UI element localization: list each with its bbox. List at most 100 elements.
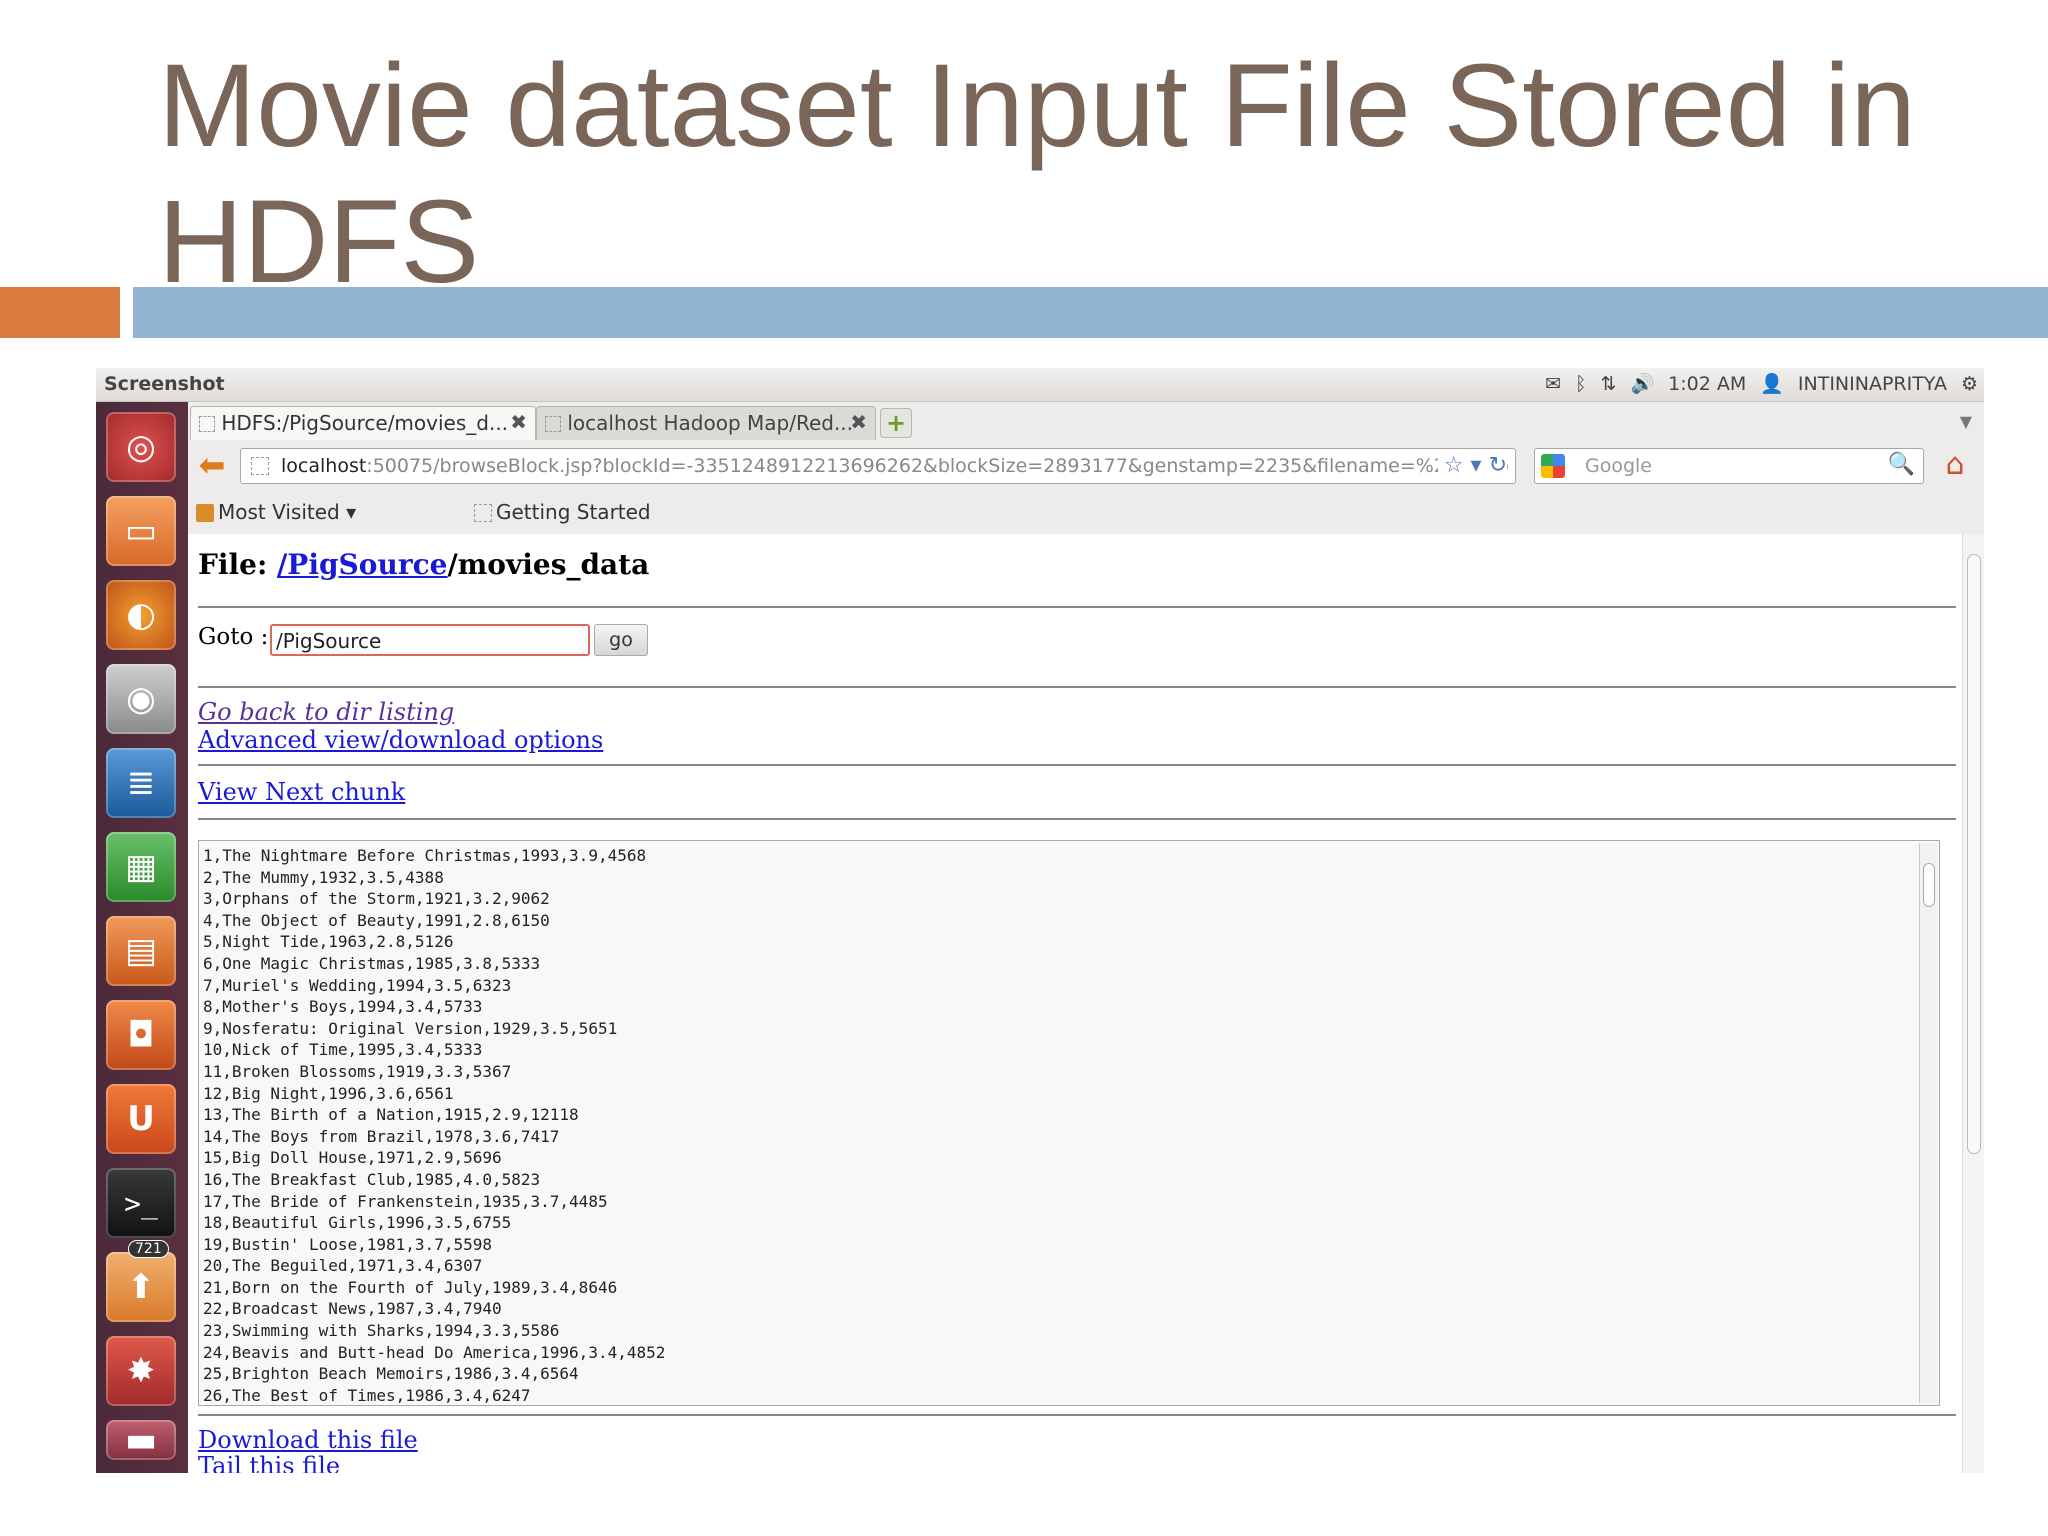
ubuntu-home-icon[interactable]: ◎ [106, 412, 176, 482]
user-name[interactable]: INTININAPRITYA [1798, 373, 1947, 395]
file-row: 10,Nick of Time,1995,3.4,5333 [203, 1040, 483, 1060]
file-row: 19,Bustin' Loose,1981,3.7,5598 [203, 1234, 492, 1254]
power-icon[interactable]: ⚙ [1961, 373, 1978, 395]
tab-label: HDFS:/PigSource/movies_d... [221, 411, 509, 435]
goto-input[interactable]: /PigSource [270, 624, 590, 656]
goto-label: Goto : [198, 624, 269, 650]
home-icon[interactable]: ⌂ [1936, 448, 1974, 484]
system-tray: ✉ ᛒ ⇅ 🔊 1:02 AM 👤 INTININAPRITYA ⚙ [1545, 372, 1978, 396]
file-row: 8,Mother's Boys,1994,3.4,5733 [203, 997, 483, 1017]
search-icon[interactable]: 🔍 [1888, 452, 1915, 477]
page-scrollbar[interactable] [1962, 534, 1984, 1473]
file-row: 12,Big Night,1996,3.6,6561 [203, 1083, 454, 1103]
bookmark-most-visited[interactable]: Most Visited ▾ [196, 500, 356, 524]
bookmark-getting-started[interactable]: Getting Started [474, 500, 651, 524]
file-row: 20,The Beguiled,1971,3.4,6307 [203, 1256, 483, 1276]
volume-icon[interactable]: 🔊 [1630, 372, 1654, 395]
firefox-icon[interactable]: ◐ [106, 580, 176, 650]
file-row: 22,Broadcast News,1987,3.4,7940 [203, 1299, 502, 1319]
user-icon: 👤 [1760, 373, 1784, 395]
back-arrow-icon[interactable]: ⬅ [194, 448, 230, 484]
terminal-icon[interactable]: >_ [106, 1168, 176, 1238]
new-tab-button[interactable]: + [880, 408, 912, 438]
tab-hdfs[interactable]: HDFS:/PigSource/movies_d... ✖ [190, 406, 536, 440]
impress-icon[interactable]: ▤ [106, 916, 176, 986]
system-settings-icon[interactable]: ✸ [106, 1336, 176, 1406]
accent-bar-blue [133, 287, 2048, 338]
scroll-thumb[interactable] [1967, 554, 1981, 1154]
url-path: :50075/browseBlock.jsp?blockId=-33512489… [366, 455, 1509, 477]
writer-icon[interactable]: ≣ [106, 748, 176, 818]
divider [198, 818, 1956, 820]
calc-icon[interactable]: ▦ [106, 832, 176, 902]
file-row: 14,The Boys from Brazil,1978,3.6,7417 [203, 1126, 560, 1146]
download-file-link[interactable]: Download this file [198, 1426, 418, 1454]
clock[interactable]: 1:02 AM [1668, 373, 1746, 395]
page-content: File: /PigSource/movies_data Goto : /Pig… [188, 534, 1984, 1473]
divider [198, 606, 1956, 608]
file-content-textarea[interactable]: 1,The Nightmare Before Christmas,1993,3.… [198, 840, 1940, 1406]
bookmark-label: Most Visited [218, 500, 340, 524]
scroll-thumb[interactable] [1923, 863, 1935, 907]
top-panel: Screenshot ✉ ᛒ ⇅ 🔊 1:02 AM 👤 INTININAPRI… [96, 368, 1984, 402]
bookmark-label: Getting Started [496, 500, 651, 524]
tab-list-icon[interactable]: ▼ [1960, 412, 1972, 431]
accent-bar-orange [0, 287, 120, 338]
navigation-bar: ⬅ localhost:50075/browseBlock.jsp?blockI… [188, 442, 1984, 490]
file-row: 3,Orphans of the Storm,1921,3.2,9062 [203, 889, 550, 909]
view-next-chunk-link[interactable]: View Next chunk [198, 778, 405, 806]
file-row: 4,The Object of Beauty,1991,2.8,6150 [203, 910, 550, 930]
file-row: 9,Nosferatu: Original Version,1929,3.5,5… [203, 1018, 618, 1038]
folder-icon [196, 504, 214, 522]
file-row: 24,Beavis and Butt-head Do America,1996,… [203, 1342, 666, 1362]
close-icon[interactable]: ✖ [850, 410, 867, 434]
tab-strip: HDFS:/PigSource/movies_d... ✖ localhost … [188, 404, 1984, 440]
search-input[interactable]: Google 🔍 [1534, 448, 1924, 484]
file-row: 15,Big Doll House,1971,2.9,5696 [203, 1148, 502, 1168]
tail-file-link[interactable]: Tail this file [198, 1452, 340, 1473]
url-host: localhost [281, 455, 367, 477]
update-badge: 721 [128, 1240, 169, 1258]
file-row: 26,The Best of Times,1986,3.4,6247 [203, 1385, 531, 1405]
page-icon [251, 457, 269, 475]
divider [198, 1414, 1956, 1416]
file-row: 11,Broken Blossoms,1919,3.3,5367 [203, 1061, 512, 1081]
close-icon[interactable]: ✖ [510, 410, 527, 434]
trash-icon[interactable]: ▬ [106, 1420, 176, 1460]
file-row: 6,One Magic Christmas,1985,3.8,5333 [203, 953, 541, 973]
files-icon[interactable]: ▭ [106, 496, 176, 566]
file-heading: File: /PigSource/movies_data [198, 548, 649, 581]
launcher: ◎ ▭ ◐ ◉ ≣ ▦ ▤ ◘ U >_ ⬆ 721 ✸ ▬ [96, 402, 188, 1473]
page-icon [474, 504, 492, 522]
network-icon[interactable]: ⇅ [1601, 373, 1617, 395]
reload-icon[interactable]: ☆ ▾ ↻ [1437, 453, 1507, 478]
software-center-icon[interactable]: ◘ [106, 1000, 176, 1070]
file-row: 1,The Nightmare Before Christmas,1993,3.… [203, 846, 647, 865]
camera-icon[interactable]: ◉ [106, 664, 176, 734]
url-bar[interactable]: localhost:50075/browseBlock.jsp?blockId=… [240, 448, 1516, 484]
file-row: 13,The Birth of a Nation,1915,2.9,12118 [203, 1105, 579, 1125]
go-button[interactable]: go [594, 624, 648, 656]
window-title: Screenshot [104, 373, 225, 395]
divider [198, 764, 1956, 766]
bluetooth-icon[interactable]: ᛒ [1575, 373, 1586, 395]
update-manager-icon[interactable]: ⬆ 721 [106, 1240, 176, 1322]
advanced-options-link[interactable]: Advanced view/download options [198, 726, 603, 754]
file-row: 2,The Mummy,1932,3.5,4388 [203, 867, 444, 887]
file-content-text: 1,The Nightmare Before Christmas,1993,3.… [199, 841, 1939, 1405]
pigsource-link[interactable]: /PigSource [277, 548, 447, 581]
ubuntu-one-icon[interactable]: U [106, 1084, 176, 1154]
mail-icon[interactable]: ✉ [1545, 373, 1561, 395]
screenshot-frame: Screenshot ✉ ᛒ ⇅ 🔊 1:02 AM 👤 INTININAPRI… [96, 368, 1984, 1473]
google-icon[interactable] [1541, 454, 1565, 478]
file-row: 16,The Breakfast Club,1985,4.0,5823 [203, 1169, 541, 1189]
search-placeholder: Google [1585, 455, 1653, 477]
bookmarks-toolbar: Most Visited ▾ Getting Started [188, 492, 1984, 532]
back-to-dir-link[interactable]: Go back to dir listing [198, 698, 454, 726]
file-row: 23,Swimming with Sharks,1994,3.3,5586 [203, 1321, 560, 1341]
file-row: 21,Born on the Fourth of July,1989,3.4,8… [203, 1277, 618, 1297]
textarea-scrollbar[interactable] [1919, 843, 1937, 1403]
tab-hadoop[interactable]: localhost Hadoop Map/Red... ✖ [536, 406, 876, 440]
slide-title: Movie dataset Input File Stored in HDFS [158, 40, 1916, 308]
page-icon [545, 416, 561, 432]
